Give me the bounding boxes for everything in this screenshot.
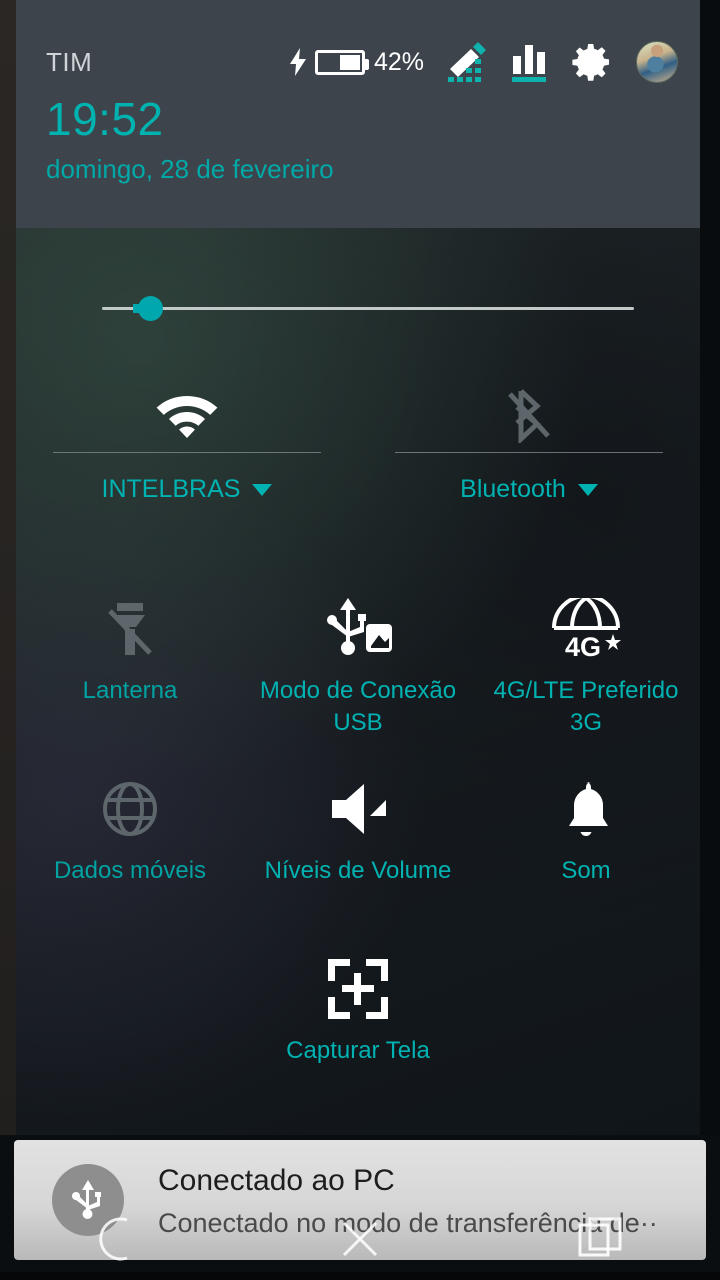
right-edge-strip xyxy=(700,0,720,1135)
quick-settings-panel: INTELBRAS Bluetooth Lanterna Modo de Con… xyxy=(16,228,700,1135)
wide-tile-row: INTELBRAS Bluetooth xyxy=(16,378,700,538)
usb-icon xyxy=(52,1164,124,1236)
tile-screen-capture[interactable]: Capturar Tela xyxy=(16,943,700,1105)
tile-wifi-label-group[interactable]: INTELBRAS xyxy=(102,475,273,504)
bell-icon xyxy=(558,763,614,855)
battery-percent-label: 42% xyxy=(373,47,424,76)
tile-bluetooth-label: Bluetooth xyxy=(460,475,566,503)
tile-wifi[interactable]: INTELBRAS xyxy=(16,378,358,538)
tile-sound[interactable]: Som xyxy=(472,763,700,925)
tile-wifi-label: INTELBRAS xyxy=(101,475,241,503)
clock-label[interactable]: 19:52 xyxy=(46,96,164,142)
edit-pencil-icon[interactable] xyxy=(448,42,486,82)
volume-icon xyxy=(324,763,392,855)
mobile-data-off-icon xyxy=(101,763,159,855)
notification-title: Conectado ao PC xyxy=(158,1164,395,1197)
tile-mobile-data[interactable]: Dados móveis xyxy=(16,763,244,925)
battery-status: 42% xyxy=(289,47,424,77)
left-edge-strip xyxy=(0,0,16,1135)
tile-grid: Lanterna Modo de Conexão USB 4G 4G/LTE P… xyxy=(16,583,700,1105)
tile-usb-connection-mode-label: Modo de Conexão USB xyxy=(259,677,457,737)
charging-bolt-icon xyxy=(289,48,306,76)
chevron-down-icon[interactable] xyxy=(577,483,598,496)
tile-volume-levels[interactable]: Níveis de Volume xyxy=(244,763,472,925)
status-header: TIM 42% 19:52 domingo, 28 de fevereiro xyxy=(16,0,700,228)
tile-network-mode-label: 4G/LTE Preferido 3G xyxy=(493,677,679,737)
status-row: TIM 42% xyxy=(16,34,700,90)
screenshot-capture-icon xyxy=(328,943,388,1035)
tile-flashlight-label: Lanterna xyxy=(82,677,178,704)
brightness-slider-track xyxy=(102,307,634,310)
usb-transfer-icon xyxy=(322,583,394,675)
quick-settings-screen: TIM 42% 19:52 domingo, 28 de fevereiro I… xyxy=(0,0,720,1280)
tile-network-mode[interactable]: 4G 4G/LTE Preferido 3G xyxy=(472,583,700,745)
carrier-label: TIM xyxy=(46,46,93,77)
tile-mobile-data-label: Dados móveis xyxy=(53,857,207,884)
svg-text:4G: 4G xyxy=(565,632,601,660)
tile-sound-label: Som xyxy=(561,857,611,884)
brightness-slider[interactable] xyxy=(16,288,700,328)
gear-icon[interactable] xyxy=(572,42,612,82)
notification-body: Conectado no modo de transferência de·· xyxy=(158,1208,658,1238)
signal-bars-icon[interactable] xyxy=(510,42,548,82)
tile-volume-levels-label: Níveis de Volume xyxy=(264,857,452,884)
battery-icon xyxy=(314,49,369,75)
network-4g-icon: 4G xyxy=(547,583,625,675)
tile-bluetooth[interactable]: Bluetooth xyxy=(358,378,700,538)
wifi-icon xyxy=(156,378,218,452)
tile-bluetooth-label-group[interactable]: Bluetooth xyxy=(460,475,598,504)
date-label: domingo, 28 de fevereiro xyxy=(46,154,334,184)
brightness-slider-thumb[interactable] xyxy=(132,296,163,321)
flashlight-off-icon xyxy=(102,583,158,675)
status-icons: 42% xyxy=(289,41,678,83)
tile-screen-capture-label: Capturar Tela xyxy=(286,1037,430,1064)
tile-divider xyxy=(395,452,663,453)
tile-divider xyxy=(53,452,321,453)
notification-card[interactable]: Conectado ao PC Conectado no modo de tra… xyxy=(14,1140,706,1260)
user-avatar[interactable] xyxy=(636,41,678,83)
chevron-down-icon[interactable] xyxy=(252,483,273,496)
tile-usb-connection-mode[interactable]: Modo de Conexão USB xyxy=(244,583,472,745)
bluetooth-off-icon xyxy=(503,378,555,452)
bottom-strip xyxy=(0,1272,720,1280)
tile-flashlight[interactable]: Lanterna xyxy=(16,583,244,745)
